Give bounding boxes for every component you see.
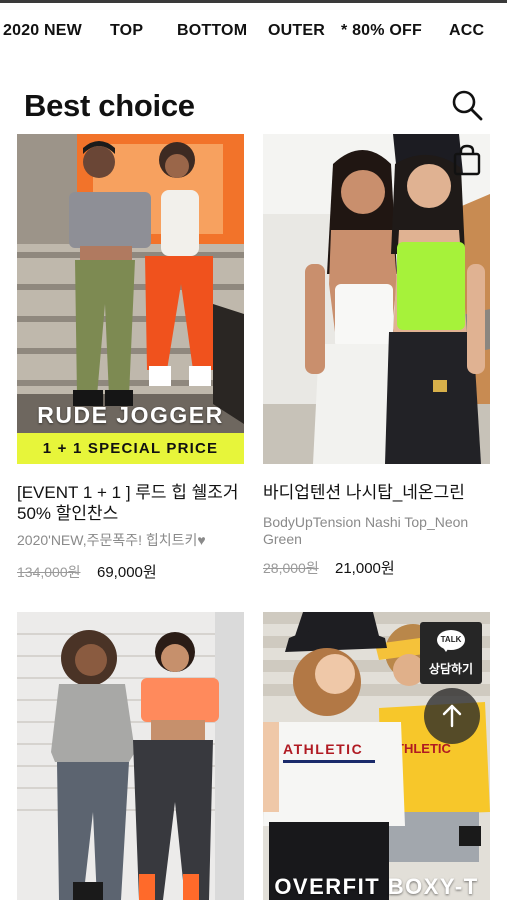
nav-item-80-off[interactable]: * 80% OFF — [341, 22, 422, 40]
product-photo-3 — [17, 612, 244, 900]
banner-title: RUDE JOGGER — [37, 402, 224, 428]
price-sale: 21,000원 — [335, 560, 395, 577]
category-nav: 2020 NEW TOP BOTTOM OUTER * 80% OFF ACC — [0, 22, 507, 50]
section-title: Best choice — [24, 88, 195, 123]
product-photo-neon-top — [263, 134, 490, 464]
top-border — [0, 0, 507, 3]
shopping-bag-icon — [453, 144, 481, 176]
shopping-bag-button[interactable] — [452, 144, 482, 176]
product-card-rude-jogger[interactable]: RUDE JOGGER 1 + 1 SPECIAL PRICE [EVENT 1… — [17, 134, 244, 584]
product-image[interactable] — [263, 134, 490, 464]
price-original: 28,000원 — [263, 560, 319, 576]
nav-item-top[interactable]: TOP — [110, 22, 143, 40]
product-card-neon-top[interactable]: 바디업텐션 나시탑_네온그린 BodyUpTension Nashi Top_N… — [263, 134, 490, 584]
arrow-up-icon — [442, 704, 462, 728]
search-button[interactable] — [450, 88, 486, 124]
search-icon — [452, 90, 483, 121]
product-name[interactable]: 바디업텐션 나시탑_네온그린 — [263, 482, 493, 503]
banner-title: OVERFIT BOXY-T — [274, 874, 479, 899]
scroll-to-top-button[interactable] — [424, 688, 480, 744]
nav-item-bottom[interactable]: BOTTOM — [177, 22, 247, 40]
nav-item-acc[interactable]: ACC — [449, 22, 484, 40]
talk-bubble-tail — [442, 646, 450, 652]
shirt-print: ATHLETIC — [283, 741, 363, 757]
price-original: 134,000원 — [17, 564, 81, 580]
price-sale: 69,000원 — [97, 564, 157, 581]
product-subtitle: BodyUpTension Nashi Top_Neon Green — [263, 514, 469, 547]
product-image[interactable]: RUDE JOGGER 1 + 1 SPECIAL PRICE — [17, 134, 244, 464]
talk-chat-button[interactable]: TALK 상담하기 — [420, 622, 482, 684]
product-subtitle: 2020'NEW,주문폭주! 힙치트키♥ — [17, 532, 206, 548]
special-price-bar: 1 + 1 SPECIAL PRICE — [17, 433, 244, 464]
product-image[interactable] — [17, 612, 244, 900]
product-name[interactable]: [EVENT 1 + 1 ] 루드 힙 쉘조거 50% 할인찬스 — [17, 482, 247, 524]
nav-item-2020-new[interactable]: 2020 NEW — [3, 22, 82, 40]
talk-label: 상담하기 — [428, 662, 474, 676]
product-card-3[interactable] — [17, 612, 244, 900]
nav-item-outer[interactable]: OUTER — [268, 22, 325, 40]
